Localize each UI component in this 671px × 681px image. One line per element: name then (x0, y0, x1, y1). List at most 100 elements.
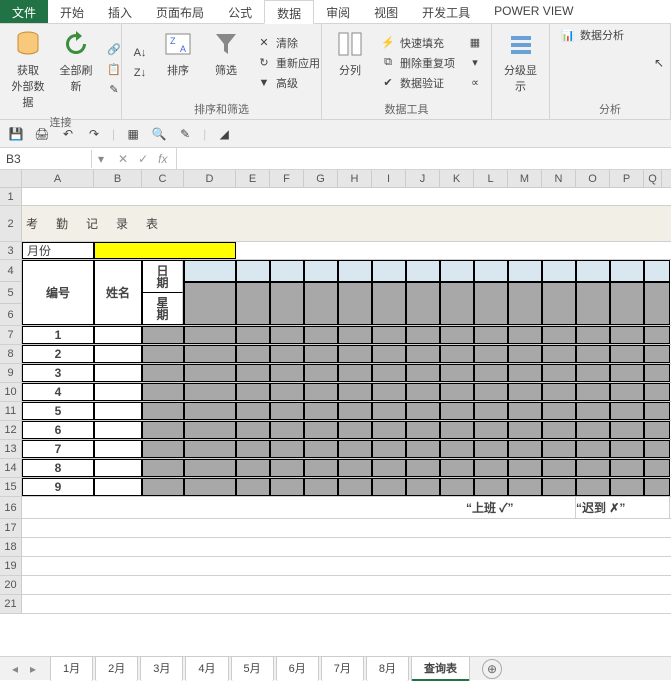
row-header[interactable]: 16 (0, 497, 22, 518)
preview-icon[interactable]: 🔍 (151, 126, 167, 142)
row-no[interactable]: 2 (22, 345, 94, 363)
print-icon[interactable]: 🖨 (34, 126, 50, 142)
text-to-columns-button[interactable]: 分列 (328, 26, 372, 99)
get-external-data-button[interactable]: 获取 外部数据 (6, 26, 50, 112)
data-validation-button[interactable]: ✔数据验证 (376, 74, 459, 92)
advanced-filter-button[interactable]: ▼高级 (252, 74, 324, 92)
col-header[interactable]: L (474, 170, 508, 187)
tab-layout[interactable]: 页面布局 (144, 0, 216, 23)
col-header[interactable]: I (372, 170, 406, 187)
sheet-tab[interactable]: 查询表 (411, 656, 470, 681)
row-header[interactable]: 6 (0, 304, 22, 325)
sheet-tab[interactable]: 3月 (140, 656, 183, 681)
refresh-all-button[interactable]: 全部刷新 (54, 26, 98, 112)
whatif-icon[interactable]: ▾ (463, 54, 487, 72)
tab-home[interactable]: 开始 (48, 0, 96, 23)
sheet-tab[interactable]: 1月 (50, 656, 93, 681)
add-sheet-button[interactable]: ⊕ (482, 659, 502, 679)
name-box[interactable]: B3 (0, 150, 92, 168)
row-name[interactable] (94, 345, 142, 363)
row-header[interactable]: 14 (0, 459, 22, 477)
sheet-tab[interactable]: 6月 (276, 656, 319, 681)
col-header[interactable]: B (94, 170, 142, 187)
row-header[interactable]: 13 (0, 440, 22, 458)
tab-dev[interactable]: 开发工具 (410, 0, 482, 23)
row-header[interactable]: 19 (0, 557, 22, 575)
col-header[interactable]: Q (644, 170, 662, 187)
filter-button[interactable]: 筛选 (204, 26, 248, 99)
row-header[interactable]: 2 (0, 206, 22, 241)
sheet-tab[interactable]: 8月 (366, 656, 409, 681)
remove-duplicates-button[interactable]: ⧉删除重复项 (376, 54, 459, 72)
row-header[interactable]: 10 (0, 383, 22, 401)
row-header[interactable]: 9 (0, 364, 22, 382)
tab-file[interactable]: 文件 (0, 0, 48, 23)
row-name[interactable] (94, 478, 142, 496)
row-header[interactable]: 7 (0, 326, 22, 344)
reapply-button[interactable]: ↻重新应用 (252, 54, 324, 72)
tab-insert[interactable]: 插入 (96, 0, 144, 23)
col-header[interactable]: F (270, 170, 304, 187)
row-no[interactable]: 9 (22, 478, 94, 496)
col-header[interactable]: D (184, 170, 236, 187)
row-no[interactable]: 6 (22, 421, 94, 439)
row-header[interactable]: 4 (0, 260, 22, 282)
sort-asc-button[interactable]: A↓ (128, 44, 152, 62)
sheet-tab[interactable]: 2月 (95, 656, 138, 681)
row-name[interactable] (94, 364, 142, 382)
tab-data[interactable]: 数据 (264, 0, 314, 24)
row-header[interactable]: 20 (0, 576, 22, 594)
row-no[interactable]: 5 (22, 402, 94, 420)
row-header[interactable]: 18 (0, 538, 22, 556)
relationships-icon[interactable]: ∝ (463, 74, 487, 92)
sheet-nav-first-icon[interactable]: ◂ (6, 662, 24, 676)
row-header[interactable]: 21 (0, 595, 22, 613)
row-name[interactable] (94, 459, 142, 477)
row-no[interactable]: 4 (22, 383, 94, 401)
row-no[interactable]: 7 (22, 440, 94, 458)
consolidate-icon[interactable]: ▦ (463, 34, 487, 52)
sheet-tab[interactable]: 4月 (185, 656, 228, 681)
save-icon[interactable]: 💾 (8, 126, 24, 142)
col-header[interactable]: O (576, 170, 610, 187)
row-no[interactable]: 8 (22, 459, 94, 477)
new-icon[interactable]: ▦ (125, 126, 141, 142)
col-header[interactable]: A (22, 170, 94, 187)
row-name[interactable] (94, 421, 142, 439)
row-header[interactable]: 3 (0, 242, 22, 259)
month-input[interactable] (94, 242, 236, 259)
undo-icon[interactable]: ↶ (60, 126, 76, 142)
row-header[interactable]: 12 (0, 421, 22, 439)
col-header[interactable]: E (236, 170, 270, 187)
row-no[interactable]: 3 (22, 364, 94, 382)
col-header[interactable]: P (610, 170, 644, 187)
row-name[interactable] (94, 440, 142, 458)
tab-view[interactable]: 视图 (362, 0, 410, 23)
row-name[interactable] (94, 402, 142, 420)
sort-button[interactable]: ZA 排序 (156, 26, 200, 99)
cancel-icon[interactable]: ✕ (118, 152, 128, 166)
spell-icon[interactable]: ✎ (177, 126, 193, 142)
month-label[interactable]: 月份 (22, 242, 94, 259)
row-header[interactable]: 15 (0, 478, 22, 496)
data-analysis-button[interactable]: 📊数据分析 (556, 26, 628, 44)
col-header[interactable]: K (440, 170, 474, 187)
row-header[interactable]: 5 (0, 282, 22, 304)
row-header[interactable]: 17 (0, 519, 22, 537)
formula-input[interactable] (176, 148, 671, 169)
row-header[interactable]: 8 (0, 345, 22, 363)
flash-fill-button[interactable]: ⚡快速填充 (376, 34, 459, 52)
eraser-icon[interactable]: ◢ (216, 126, 232, 142)
col-header[interactable]: M (508, 170, 542, 187)
redo-icon[interactable]: ↷ (86, 126, 102, 142)
enter-icon[interactable]: ✓ (138, 152, 148, 166)
outline-button[interactable]: 分级显示 (498, 26, 543, 115)
row-header[interactable]: 11 (0, 402, 22, 420)
sheet-nav-prev-icon[interactable]: ▸ (24, 662, 42, 676)
col-header[interactable]: N (542, 170, 576, 187)
namebox-dropdown-icon[interactable]: ▾ (92, 152, 110, 166)
sort-desc-button[interactable]: Z↓ (128, 64, 152, 82)
col-header[interactable]: C (142, 170, 184, 187)
col-header[interactable]: G (304, 170, 338, 187)
row-name[interactable] (94, 383, 142, 401)
